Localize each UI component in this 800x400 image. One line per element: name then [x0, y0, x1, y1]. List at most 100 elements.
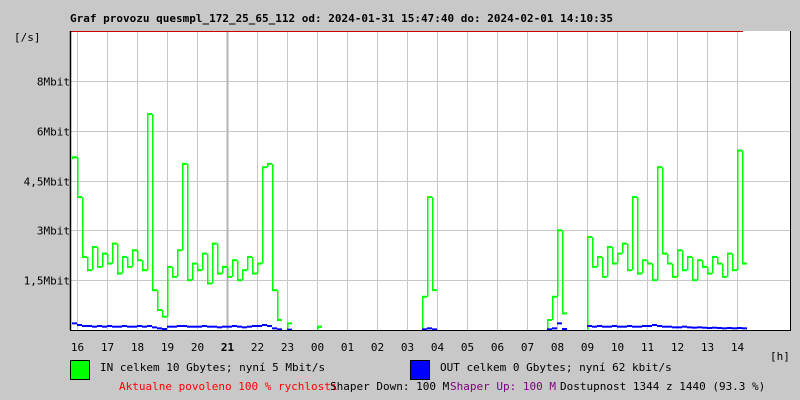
in-bar — [102, 253, 104, 267]
out-bar — [737, 327, 742, 330]
y-tick-label: 4,5Mbit — [24, 176, 70, 189]
in-bar — [557, 230, 559, 297]
out-bar — [102, 325, 107, 328]
in-bar — [627, 243, 629, 271]
traffic-chart: Graf provozu quesmpl_172_25_65_112 od: 2… — [14, 12, 791, 393]
out-bar — [732, 327, 737, 330]
in-bar — [432, 289, 437, 292]
in-bar — [652, 263, 654, 281]
in-bar — [87, 256, 89, 271]
in-bar — [97, 246, 99, 267]
in-bar — [607, 246, 609, 277]
out-bar — [72, 322, 77, 325]
out-bar — [172, 325, 177, 328]
x-tick-label: 19 — [161, 341, 174, 354]
plot-area — [70, 31, 790, 330]
x-tick-label: 16 — [71, 341, 84, 354]
out-bar — [197, 325, 202, 328]
in-bar — [637, 197, 639, 274]
shaper-up-status: Shaper Up: 100 M — [450, 380, 556, 393]
in-bar — [317, 325, 322, 328]
out-bar — [227, 325, 232, 328]
in-bar — [147, 114, 149, 271]
out-bar — [697, 326, 702, 329]
in-bar — [667, 253, 669, 264]
in-bar — [172, 266, 174, 277]
shaper-down-status: Shaper Down: 100 M — [330, 380, 450, 393]
in-bar — [732, 253, 734, 271]
in-bar — [642, 260, 644, 274]
out-bar — [587, 325, 592, 328]
out-bar — [97, 325, 102, 328]
in-bar — [142, 269, 147, 272]
in-bar — [672, 275, 677, 278]
in-bar — [267, 162, 272, 165]
in-bar — [617, 252, 622, 255]
in-bar — [157, 290, 159, 311]
in-bar — [607, 245, 612, 248]
in-bar — [217, 243, 219, 274]
in-bar — [647, 262, 652, 265]
x-tick-label: 10 — [611, 341, 624, 354]
out-bar — [637, 325, 642, 328]
out-bar — [212, 325, 217, 328]
in-bar — [677, 250, 679, 277]
out-bar — [562, 328, 567, 331]
out-bar — [662, 325, 667, 328]
legend-out-label: OUT celkem 0 Gbytes; nyní 62 kbit/s — [440, 361, 672, 374]
in-bar — [657, 166, 662, 169]
out-bar — [117, 325, 122, 328]
in-bar — [92, 245, 97, 248]
in-bar — [87, 269, 92, 272]
x-tick-label: 04 — [431, 341, 445, 354]
in-bar — [107, 262, 112, 265]
in-bar — [172, 275, 177, 278]
in-bar — [587, 235, 592, 238]
in-bar — [422, 295, 427, 298]
y-tick-label: 1,5Mbit — [24, 275, 70, 288]
x-tick-label: 05 — [461, 341, 474, 354]
in-bar — [727, 253, 729, 277]
out-bar — [717, 327, 722, 330]
in-bar — [722, 275, 727, 278]
in-bar — [602, 256, 604, 277]
x-tick-label: 13 — [701, 341, 714, 354]
in-bar — [207, 282, 212, 285]
in-bar — [557, 229, 562, 232]
out-bar — [202, 325, 207, 328]
out-bar — [82, 325, 87, 328]
in-bar — [132, 249, 137, 252]
out-bar — [602, 325, 607, 328]
out-bar — [262, 324, 267, 327]
out-bar — [667, 325, 672, 328]
in-bar — [157, 309, 162, 312]
out-bar — [592, 325, 597, 328]
in-bar — [262, 167, 264, 264]
out-bar — [132, 325, 137, 328]
in-bar — [742, 150, 744, 264]
in-bar — [272, 163, 274, 291]
in-bar — [742, 262, 747, 265]
in-bar — [82, 197, 84, 257]
out-bar — [237, 325, 242, 328]
out-bar — [597, 325, 602, 328]
in-bar — [97, 265, 102, 268]
in-bar — [142, 260, 144, 271]
in-bar — [152, 289, 157, 292]
in-bar — [642, 259, 647, 262]
in-bar — [212, 242, 217, 245]
out-bar — [607, 325, 612, 328]
in-bar — [177, 250, 179, 277]
in-bar — [672, 263, 674, 277]
in-bar — [697, 259, 702, 262]
in-bar — [277, 290, 279, 321]
out-bar — [222, 325, 227, 328]
out-bar — [127, 325, 132, 328]
in-bar — [117, 272, 122, 275]
in-bar — [132, 250, 134, 267]
in-bar — [72, 156, 77, 159]
out-bar — [657, 325, 662, 328]
in-bar — [722, 263, 724, 277]
in-bar — [627, 269, 632, 272]
out-bar — [722, 327, 727, 330]
